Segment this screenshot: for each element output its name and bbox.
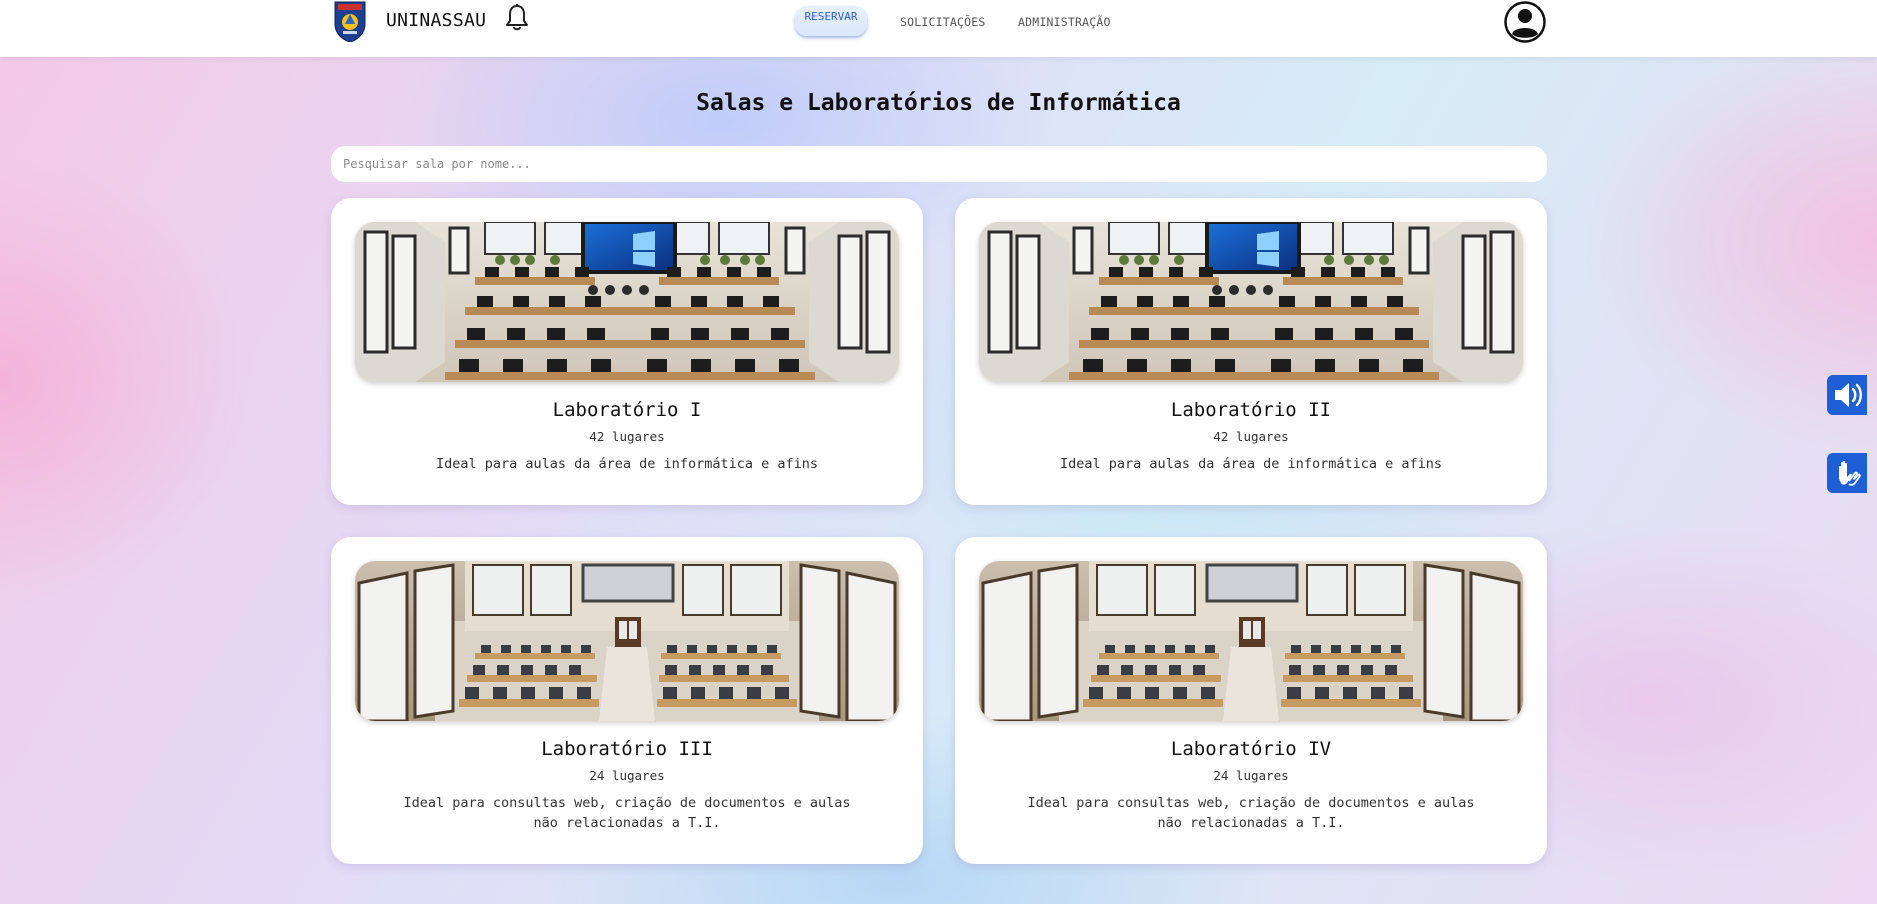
room-capacity: 42 lugares — [589, 429, 665, 444]
room-capacity: 24 lugares — [1213, 768, 1289, 783]
top-navbar: UNINASSAU RESERVAR SOLICITAÇÕES ADMINIST… — [0, 0, 1877, 57]
room-image — [355, 561, 899, 721]
room-name: Laboratório IV — [1170, 738, 1332, 760]
audio-accessibility-button[interactable] — [1827, 375, 1867, 415]
room-card[interactable]: Laboratório III 24 lugares Ideal para co… — [331, 537, 923, 864]
page-title: Salas e Laboratórios de Informática — [696, 90, 1181, 116]
room-card[interactable]: Laboratório IV 24 lugares Ideal para con… — [955, 537, 1547, 864]
room-card[interactable]: Laboratório II 42 lugares Ideal para aul… — [955, 198, 1547, 505]
nav-solicitacoes-link[interactable]: SOLICITAÇÕES — [900, 15, 985, 29]
bell-icon[interactable] — [503, 3, 531, 33]
room-image — [979, 561, 1523, 721]
room-description: Ideal para aulas da área de informática … — [1059, 456, 1442, 472]
sign-language-button[interactable] — [1827, 453, 1867, 493]
sign-language-icon — [1839, 460, 1861, 486]
room-capacity: 42 lugares — [1213, 429, 1289, 444]
room-name: Laboratório II — [1170, 399, 1332, 421]
room-description: Ideal para consultas web, criação de doc… — [1027, 795, 1475, 831]
room-card[interactable]: Laboratório I 42 lugares Ideal para aula… — [331, 198, 923, 505]
room-image — [355, 222, 899, 382]
room-image — [979, 222, 1523, 382]
audio-icon — [1835, 383, 1862, 407]
search-input[interactable] — [331, 146, 1547, 182]
room-name: Laboratório I — [552, 399, 702, 421]
nav-administracao-link[interactable]: ADMINISTRAÇÃO — [1018, 15, 1111, 29]
logo-shield-icon[interactable] — [333, 0, 367, 42]
room-capacity: 24 lugares — [589, 768, 665, 783]
user-avatar-icon[interactable] — [1504, 1, 1546, 43]
room-name: Laboratório III — [541, 738, 713, 760]
room-description: Ideal para aulas da área de informática … — [435, 456, 818, 472]
room-description: Ideal para consultas web, criação de doc… — [403, 795, 851, 831]
brand-name: UNINASSAU — [386, 10, 487, 31]
nav-reservar-button[interactable]: RESERVAR — [795, 6, 867, 36]
